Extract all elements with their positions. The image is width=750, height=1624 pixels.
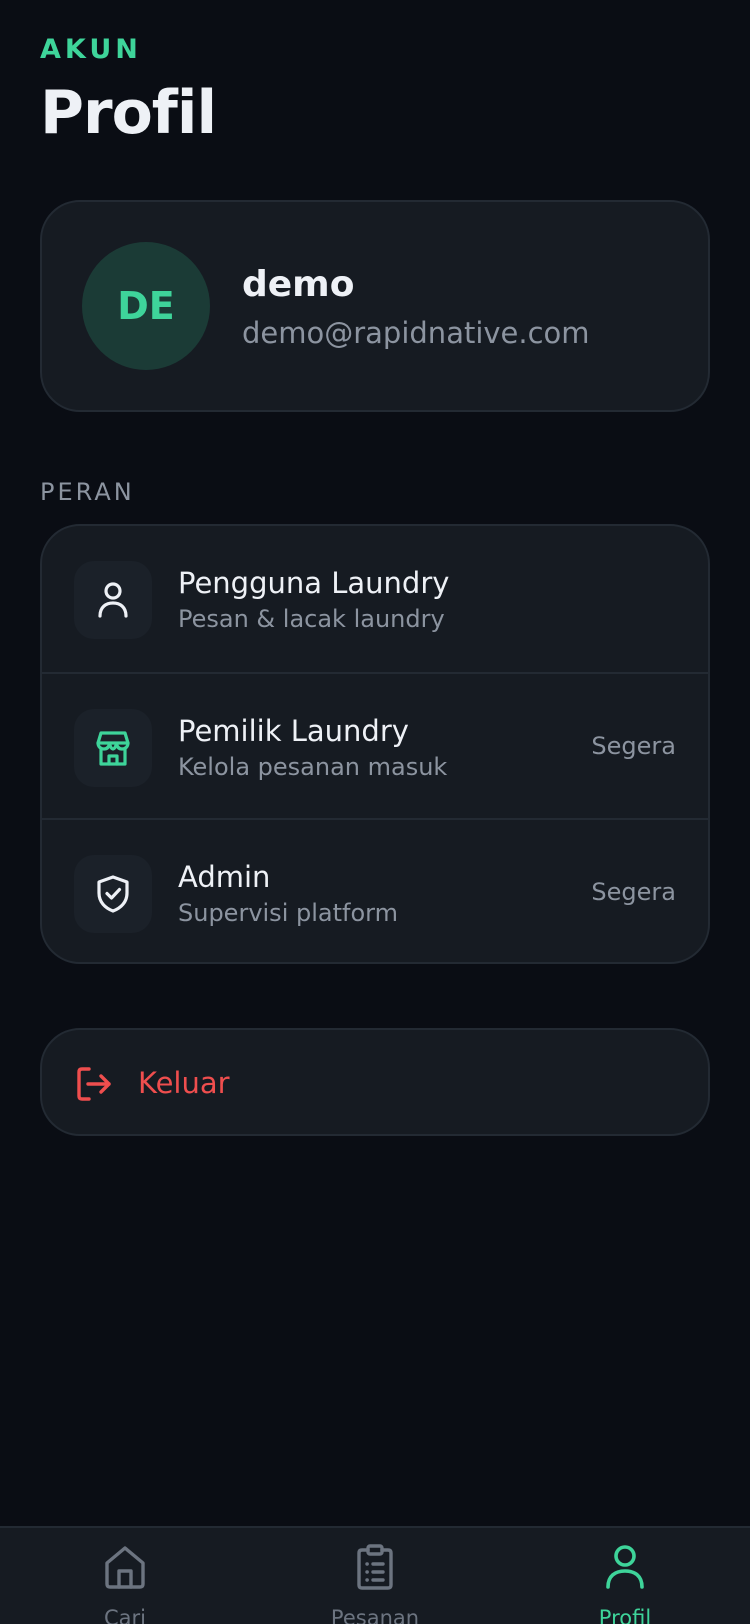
- tab-label: Profil: [598, 1606, 652, 1624]
- profile-name: demo: [242, 264, 355, 305]
- role-item-pengguna-laundry[interactable]: Pengguna Laundry Pesan & lacak laundry: [42, 526, 708, 672]
- user-icon: [74, 561, 152, 639]
- status-badge: Segera: [591, 878, 676, 906]
- logout-label: Keluar: [138, 1066, 230, 1100]
- section-eyebrow: AKUN: [40, 34, 142, 65]
- store-icon: [74, 709, 152, 787]
- clipboard-list-icon: [353, 1544, 397, 1594]
- home-icon: [103, 1544, 147, 1594]
- status-badge: Segera: [591, 732, 676, 760]
- roles-list: Pengguna Laundry Pesan & lacak laundry P…: [40, 524, 710, 964]
- profile-card: DE demo demo@rapidnative.com: [40, 200, 710, 412]
- tab-pesanan[interactable]: Pesanan: [250, 1528, 500, 1624]
- tab-cari[interactable]: Cari: [0, 1528, 250, 1624]
- profile-screen: AKUN Profil DE demo demo@rapidnative.com…: [0, 0, 750, 1624]
- role-title: Pengguna Laundry: [178, 566, 450, 600]
- tab-label: Pesanan: [330, 1606, 420, 1624]
- page-title: Profil: [40, 78, 217, 148]
- role-subtitle: Supervisi platform: [178, 899, 398, 927]
- avatar: DE: [82, 242, 210, 370]
- role-subtitle: Pesan & lacak laundry: [178, 605, 445, 633]
- role-item-admin[interactable]: Admin Supervisi platform Segera: [42, 818, 708, 962]
- role-item-pemilik-laundry[interactable]: Pemilik Laundry Kelola pesanan masuk Seg…: [42, 672, 708, 818]
- role-title: Pemilik Laundry: [178, 714, 409, 748]
- tab-profil[interactable]: Profil: [500, 1528, 750, 1624]
- tab-label: Cari: [104, 1606, 146, 1624]
- roles-section-label: PERAN: [40, 478, 135, 506]
- logout-button[interactable]: Keluar: [40, 1028, 710, 1136]
- bottom-tab-bar: Cari Pesanan Profil: [0, 1526, 750, 1624]
- role-title: Admin: [178, 860, 271, 894]
- role-subtitle: Kelola pesanan masuk: [178, 753, 448, 781]
- profile-email: demo@rapidnative.com: [242, 316, 590, 350]
- shield-check-icon: [74, 855, 152, 933]
- user-icon: [603, 1544, 647, 1594]
- logout-icon: [74, 1064, 114, 1108]
